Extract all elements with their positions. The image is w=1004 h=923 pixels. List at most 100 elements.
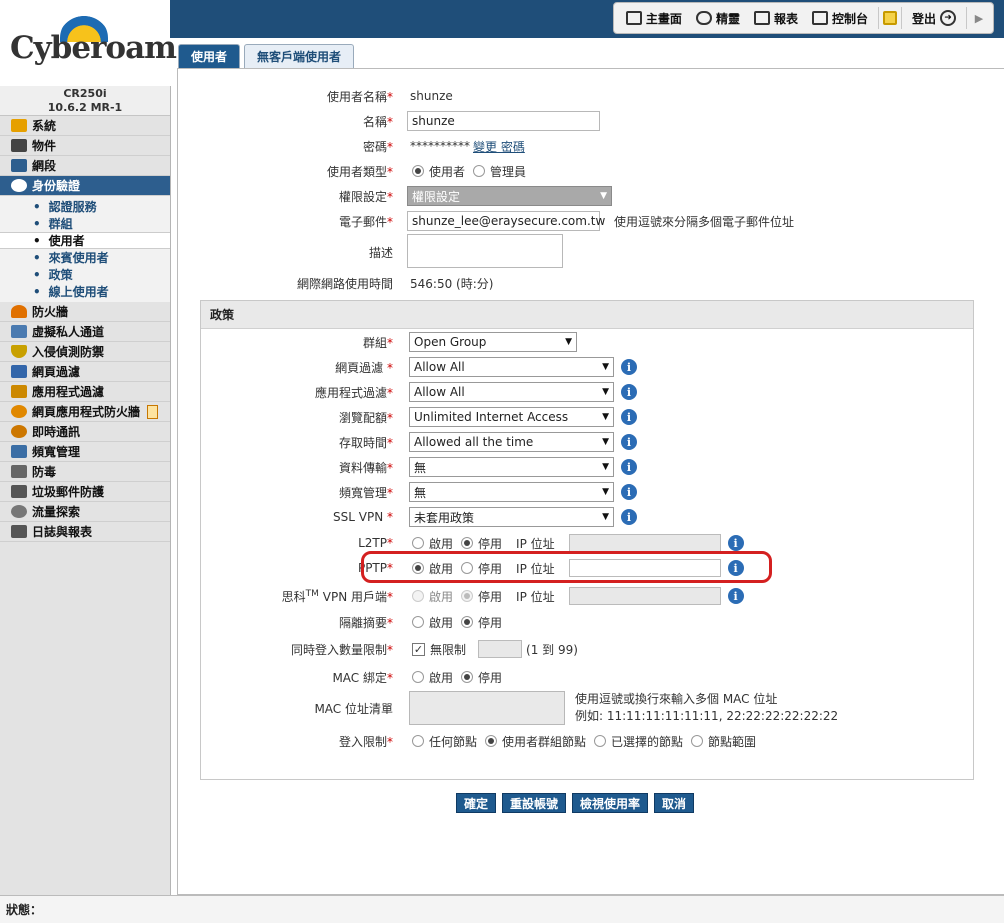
identity-submenu: 認證服務 群組 使用者 來賓使用者 政策 線上使用者 bbox=[0, 196, 170, 302]
wizard-button[interactable]: 精靈 bbox=[690, 5, 746, 31]
cancel-button[interactable]: 取消 bbox=[654, 793, 695, 813]
cisco-disable-option[interactable]: 停用 bbox=[461, 588, 502, 605]
policy-title: 政策 bbox=[201, 301, 973, 329]
access-time-select[interactable]: Allowed all the time ▼ bbox=[409, 432, 614, 452]
login-limit-input[interactable] bbox=[478, 640, 523, 658]
mac-disable-option[interactable]: 停用 bbox=[461, 669, 502, 686]
sidebar-item-qos[interactable]: 頻寬管理 bbox=[0, 442, 170, 462]
sidebar-item-firewall[interactable]: 防火牆 bbox=[0, 302, 170, 322]
mac-disable-radio[interactable] bbox=[461, 671, 474, 683]
web-filter-select[interactable]: Allow All ▼ bbox=[409, 357, 614, 377]
quarantine-disable-option[interactable]: 停用 bbox=[461, 614, 502, 631]
cisco-ip-input[interactable] bbox=[568, 587, 721, 605]
node-any-radio[interactable] bbox=[412, 735, 424, 747]
qos-row: 頻寬管理* 無 ▼ i bbox=[177, 481, 1004, 503]
info-icon[interactable]: i bbox=[621, 459, 637, 475]
tab-users[interactable]: 使用者 bbox=[178, 44, 241, 68]
cisco-enable-option[interactable]: 啟用 bbox=[412, 588, 453, 605]
info-icon[interactable]: i bbox=[621, 359, 637, 375]
app-filter-select[interactable]: Allow All ▼ bbox=[409, 382, 614, 402]
ok-button[interactable]: 確定 bbox=[456, 793, 497, 813]
expand-arrow-icon[interactable]: ▶ bbox=[971, 10, 987, 26]
l2tp-enable-radio[interactable] bbox=[412, 537, 424, 549]
info-icon[interactable]: i bbox=[621, 384, 637, 400]
unlimited-option[interactable]: ✓ 無限制 bbox=[412, 641, 466, 658]
shield-icon bbox=[11, 345, 27, 358]
submenu-policy[interactable]: 政策 bbox=[0, 266, 170, 283]
info-icon[interactable]: i bbox=[727, 535, 744, 551]
sidebar-item-system[interactable]: 系統 bbox=[0, 116, 170, 136]
submenu-guest-users[interactable]: 來賓使用者 bbox=[0, 249, 170, 266]
sidebar-item-antispam[interactable]: 垃圾郵件防護 bbox=[0, 482, 170, 502]
submenu-users[interactable]: 使用者 bbox=[0, 232, 170, 249]
sidebar-item-web-filter[interactable]: 網頁過濾 bbox=[0, 362, 170, 382]
logout-button[interactable]: 登出 ➜ bbox=[906, 5, 962, 31]
l2tp-ip-input[interactable] bbox=[568, 534, 721, 552]
sidebar-item-objects[interactable]: 物件 bbox=[0, 136, 170, 156]
user-type-user-option[interactable]: 使用者 bbox=[412, 163, 465, 180]
lock-icon[interactable] bbox=[882, 11, 897, 25]
quarantine-enable-option[interactable]: 啟用 bbox=[412, 614, 453, 631]
sidebar-item-antivirus[interactable]: 防毒 bbox=[0, 462, 170, 482]
node-group-option[interactable]: 使用者群組節點 bbox=[485, 733, 586, 750]
l2tp-disable-radio[interactable] bbox=[461, 537, 474, 549]
sidebar-item-network[interactable]: 網段 bbox=[0, 156, 170, 176]
mac-enable-option[interactable]: 啟用 bbox=[412, 669, 453, 686]
console-button[interactable]: 控制台 bbox=[806, 5, 874, 31]
info-icon[interactable]: i bbox=[727, 588, 744, 604]
mac-list-label: MAC 位址清單 bbox=[314, 701, 393, 716]
info-icon[interactable]: i bbox=[621, 434, 637, 450]
surfing-quota-select[interactable]: Unlimited Internet Access ▼ bbox=[409, 407, 614, 427]
sidebar-item-identity[interactable]: 身份驗證 bbox=[0, 176, 170, 196]
email-input[interactable]: shunze_lee@eraysecure.com.tw bbox=[407, 211, 605, 231]
sidebar-item-ips[interactable]: 入侵偵測防禦 bbox=[0, 342, 170, 362]
cisco-enable-radio[interactable] bbox=[412, 590, 424, 602]
node-selected-option[interactable]: 已選擇的節點 bbox=[594, 733, 683, 750]
description-textarea[interactable] bbox=[407, 234, 563, 268]
quarantine-disable-radio[interactable] bbox=[461, 616, 474, 628]
tab-clientless-users[interactable]: 無客戶端使用者 bbox=[244, 44, 355, 68]
sidebar-item-logs[interactable]: 日誌與報表 bbox=[0, 522, 170, 542]
objects-icon bbox=[11, 139, 27, 152]
mac-list-textarea[interactable] bbox=[409, 691, 565, 725]
sidebar-item-app-filter[interactable]: 應用程式過濾 bbox=[0, 382, 170, 402]
l2tp-enable-option[interactable]: 啟用 bbox=[412, 535, 453, 552]
reset-account-button[interactable]: 重設帳號 bbox=[502, 793, 567, 813]
submenu-groups[interactable]: 群組 bbox=[0, 215, 170, 232]
info-icon[interactable]: i bbox=[621, 409, 637, 425]
group-select[interactable]: Open Group ▼ bbox=[409, 332, 577, 352]
node-selected-radio[interactable] bbox=[594, 735, 607, 747]
ssl-vpn-select[interactable]: 未套用政策 ▼ bbox=[409, 507, 614, 527]
node-group-radio[interactable] bbox=[485, 735, 498, 747]
sidebar-item-waf[interactable]: 網頁應用程式防火牆 bbox=[0, 402, 170, 422]
description-row: 描述 bbox=[177, 234, 1004, 270]
admin-radio[interactable] bbox=[473, 165, 486, 177]
submenu-authentication[interactable]: 認證服務 bbox=[0, 198, 170, 215]
cisco-disable-radio[interactable] bbox=[461, 590, 474, 602]
name-input[interactable]: shunze bbox=[407, 111, 600, 131]
info-icon[interactable]: i bbox=[621, 509, 637, 525]
dashboard-button[interactable]: 主畫面 bbox=[620, 5, 688, 31]
quarantine-enable-radio[interactable] bbox=[412, 616, 424, 628]
sidebar-item-traffic-discovery[interactable]: 流量探索 bbox=[0, 502, 170, 522]
user-type-admin-option[interactable]: 管理員 bbox=[473, 163, 526, 180]
profile-select[interactable]: 權限設定 ▼ bbox=[407, 186, 612, 206]
node-range-radio[interactable] bbox=[691, 735, 704, 747]
node-range-option[interactable]: 節點範圍 bbox=[691, 733, 756, 750]
user-radio[interactable] bbox=[412, 165, 424, 177]
view-usage-button[interactable]: 檢視使用率 bbox=[572, 793, 649, 813]
unlimited-checkbox[interactable]: ✓ bbox=[412, 642, 425, 656]
node-any-option[interactable]: 任何節點 bbox=[412, 733, 477, 750]
user-type-label: 使用者類型 bbox=[326, 164, 387, 179]
sidebar-item-im[interactable]: 即時通訊 bbox=[0, 422, 170, 442]
reports-button[interactable]: 報表 bbox=[748, 5, 804, 31]
data-transfer-select[interactable]: 無 ▼ bbox=[409, 457, 614, 477]
mac-enable-radio[interactable] bbox=[412, 671, 424, 683]
username-value: shunze bbox=[410, 89, 453, 103]
l2tp-disable-option[interactable]: 停用 bbox=[461, 535, 502, 552]
info-icon[interactable]: i bbox=[621, 484, 637, 500]
submenu-live-users[interactable]: 線上使用者 bbox=[0, 283, 170, 300]
sidebar-item-vpn[interactable]: 虛擬私人通道 bbox=[0, 322, 170, 342]
change-password-link[interactable]: 變更 密碼 bbox=[473, 138, 525, 155]
qos-select[interactable]: 無 ▼ bbox=[409, 482, 614, 502]
